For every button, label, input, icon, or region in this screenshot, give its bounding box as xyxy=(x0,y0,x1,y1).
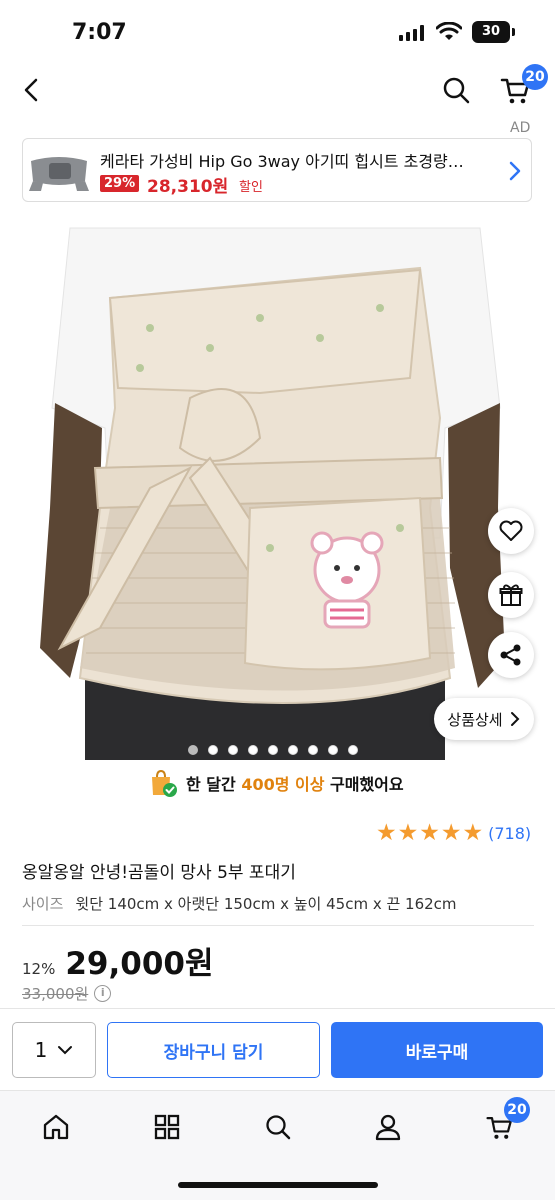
buy-bar: 1 장바구니 담기 바로구매 xyxy=(0,1008,555,1090)
gallery-dot[interactable] xyxy=(288,745,298,755)
chevron-right-icon xyxy=(510,712,520,726)
gallery-dot[interactable] xyxy=(208,745,218,755)
chevron-right-icon xyxy=(509,161,521,181)
nav-header: 20 xyxy=(0,62,555,118)
tab-search[interactable] xyxy=(256,1105,300,1149)
status-time: 7:07 xyxy=(72,20,127,45)
tab-cart-count-badge: 20 xyxy=(504,1097,530,1123)
size-value: 윗단 140cm x 아랫단 150cm x 높이 45cm x 끈 162cm xyxy=(75,895,457,913)
purchase-count-note: 한 달간 400명 이상 구매했어요 xyxy=(148,768,404,798)
shopping-bag-check-icon xyxy=(152,769,177,797)
grid-icon xyxy=(154,1114,180,1140)
price-row: 12% 29,000원 xyxy=(22,938,214,983)
search-icon xyxy=(266,1115,291,1140)
tab-categories[interactable] xyxy=(145,1105,189,1149)
gallery-dot[interactable] xyxy=(268,745,278,755)
purchase-note-prefix: 한 달간 xyxy=(186,775,242,794)
chevron-left-icon xyxy=(24,78,38,102)
purchase-note-highlight: 400명 이상 xyxy=(241,775,325,794)
size-info: 사이즈 윗단 140cm x 아랫단 150cm x 높이 45cm x 끈 16… xyxy=(22,893,457,914)
gallery-dot[interactable] xyxy=(188,745,198,755)
heart-icon xyxy=(499,520,523,541)
user-icon xyxy=(375,1114,401,1141)
status-bar: 7:07 30 xyxy=(0,0,555,62)
ad-sale-label: 할인 xyxy=(239,180,263,195)
discount-percent: 12% xyxy=(22,960,56,978)
chevron-down-icon xyxy=(58,1046,73,1055)
divider xyxy=(22,925,534,926)
original-price-row: 33,000원 i xyxy=(22,983,112,1004)
quantity-select[interactable]: 1 xyxy=(12,1022,96,1078)
star-icon: ★ xyxy=(419,820,440,846)
product-detail-button[interactable]: 상품상세 xyxy=(434,698,534,740)
size-label: 사이즈 xyxy=(22,895,64,913)
cellular-signal-icon xyxy=(399,25,424,41)
gift-icon xyxy=(499,584,523,606)
gallery-pagination xyxy=(188,745,358,755)
home-icon xyxy=(43,1114,69,1140)
quantity-value: 1 xyxy=(34,1038,48,1062)
add-to-cart-button[interactable]: 장바구니 담기 xyxy=(107,1022,320,1078)
ad-discount-badge: 29% xyxy=(100,175,140,192)
cart-count-badge: 20 xyxy=(522,64,548,90)
cart-button[interactable]: 20 xyxy=(498,64,548,108)
product-detail-label: 상품상세 xyxy=(447,710,503,729)
original-price: 33,000원 xyxy=(22,985,89,1003)
gallery-dot[interactable] xyxy=(248,745,258,755)
tab-my-page[interactable] xyxy=(366,1105,410,1149)
sale-price: 29,000원 xyxy=(65,946,214,982)
home-indicator xyxy=(178,1182,378,1188)
buy-now-button[interactable]: 바로구매 xyxy=(331,1022,543,1078)
gift-button[interactable] xyxy=(488,572,534,618)
battery-indicator: 30 xyxy=(472,21,515,43)
back-button[interactable] xyxy=(14,72,50,108)
tab-cart[interactable]: 20 xyxy=(478,1097,530,1149)
review-count[interactable]: (718) xyxy=(488,824,531,843)
star-icon: ★ xyxy=(397,820,419,846)
product-image[interactable] xyxy=(0,208,555,760)
wifi-icon xyxy=(436,22,462,40)
search-button[interactable] xyxy=(438,72,474,108)
star-icon: ★ xyxy=(376,820,397,846)
product-title: 옹알옹알 안녕!곰돌이 망사 5부 포대기 xyxy=(22,863,296,883)
star-icon: ★ xyxy=(440,820,462,846)
ad-title: 케라타 가성비 Hip Go 3way 아기띠 힙시트 초경량… xyxy=(100,152,464,171)
info-icon[interactable]: i xyxy=(94,985,112,1002)
share-icon xyxy=(500,644,521,666)
ad-banner[interactable]: 케라타 가성비 Hip Go 3way 아기띠 힙시트 초경량… 29% 28,… xyxy=(22,138,532,202)
ad-price: 28,310원 xyxy=(147,177,229,197)
gallery-dot[interactable] xyxy=(308,745,318,755)
wishlist-button[interactable] xyxy=(488,508,534,554)
gallery-dot[interactable] xyxy=(228,745,238,755)
gallery-dot[interactable] xyxy=(328,745,338,755)
rating[interactable]: ★ ★ ★ ★ ★ (718) xyxy=(376,822,531,845)
ad-product-thumbnail xyxy=(27,141,91,199)
search-icon xyxy=(443,77,470,104)
star-icon: ★ xyxy=(462,820,484,846)
ad-label: AD xyxy=(510,120,531,136)
tab-home[interactable] xyxy=(34,1105,78,1149)
gallery-dot[interactable] xyxy=(348,745,358,755)
share-button[interactable] xyxy=(488,632,534,678)
product-photo xyxy=(0,208,555,760)
purchase-note-suffix: 구매했어요 xyxy=(324,775,404,794)
